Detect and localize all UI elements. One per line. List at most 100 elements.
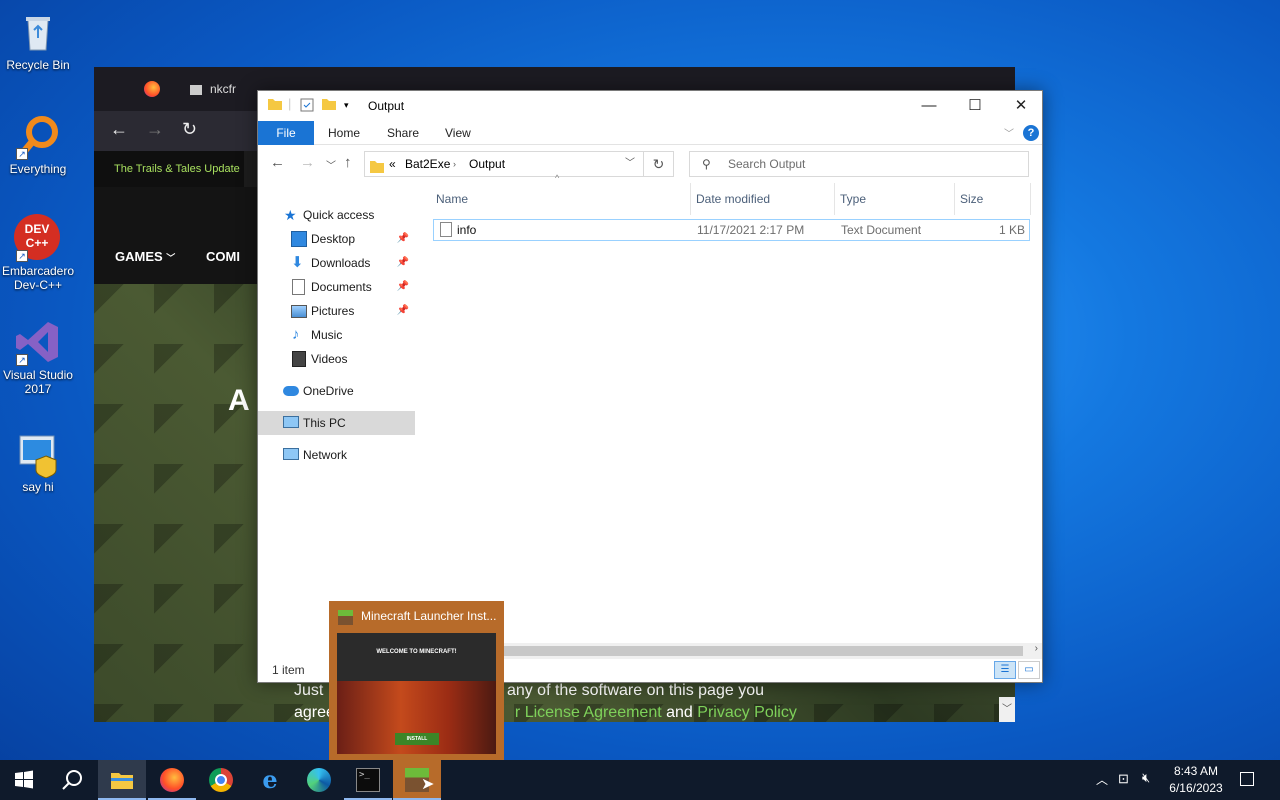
privacy-link[interactable]: Privacy Policy — [697, 704, 797, 721]
start-button[interactable] — [0, 760, 48, 800]
maximize-button[interactable]: ☐ — [952, 91, 998, 121]
pin-icon[interactable]: 📌 — [397, 299, 409, 323]
file-size: 1 KB — [998, 223, 1025, 237]
preview-heading: WELCOME TO MINECRAFT! — [376, 649, 457, 655]
column-name[interactable]: Name — [436, 183, 468, 215]
shortcut-arrow-icon: ↗ — [16, 148, 28, 160]
nav-quick-access[interactable]: ★ Quick access — [258, 203, 415, 227]
everything-search-icon: ↗ — [14, 112, 62, 160]
nav-item-desktop[interactable]: Desktop 📌 — [258, 227, 415, 251]
mouse-cursor-icon: ➤ — [421, 776, 435, 793]
file-date: 11/17/2021 2:17 PM — [697, 223, 805, 237]
help-icon[interactable]: ? — [1023, 125, 1039, 141]
back-icon[interactable]: ← — [110, 119, 128, 140]
pin-icon[interactable]: 📌 — [397, 275, 409, 299]
scrollbar-thumb[interactable] — [418, 646, 1023, 656]
nav-item-documents[interactable]: Documents 📌 — [258, 275, 415, 299]
search-input[interactable]: ⚲ Search Output — [689, 151, 1029, 177]
taskbar-preview[interactable]: Minecraft Launcher Inst... WELCOME TO MI… — [329, 601, 504, 760]
breadcrumb-bat2exe[interactable]: Bat2Exe — [405, 152, 450, 176]
windows-logo-icon — [15, 770, 33, 789]
tab-home[interactable]: Home — [328, 121, 360, 145]
large-icons-view-icon[interactable]: ▭ — [1018, 661, 1040, 679]
horizontal-scrollbar[interactable]: › — [418, 643, 1042, 659]
taskbar-firefox[interactable] — [148, 760, 196, 800]
taskbar-internet-explorer[interactable]: e — [246, 760, 294, 800]
new-folder-icon[interactable] — [322, 98, 336, 113]
search-placeholder: Search Output — [728, 157, 806, 171]
forward-icon[interactable]: → — [300, 154, 315, 171]
desktop-icon-say-hi[interactable]: say hi — [0, 430, 76, 494]
file-list: ^ Name Date modified Type Size info 11/1… — [430, 173, 1042, 653]
column-date-modified[interactable]: Date modified — [696, 183, 770, 215]
desktop-icon-everything[interactable]: ↗ Everything — [0, 112, 76, 176]
forward-icon[interactable]: → — [146, 119, 164, 140]
column-type[interactable]: Type — [840, 183, 866, 215]
firefox-icon — [160, 768, 184, 792]
customize-qat-icon[interactable]: ▾ — [344, 100, 349, 111]
ribbon-expand-icon[interactable]: ﹀ — [1004, 125, 1014, 140]
nav-item-videos[interactable]: Videos — [258, 347, 415, 371]
nav-item-downloads[interactable]: ⬇ Downloads 📌 — [258, 251, 415, 275]
window-title: Output — [368, 99, 405, 113]
reload-icon[interactable]: ↻ — [182, 119, 197, 140]
taskbar-chrome[interactable] — [197, 760, 245, 800]
ribbon-tabs: File Home Share View ﹀ ? — [258, 121, 1042, 145]
search-button[interactable] — [48, 760, 96, 800]
details-view-icon[interactable]: ☰ — [994, 661, 1016, 679]
address-bar[interactable]: « Bat2Exe › Output ﹀ — [364, 151, 644, 177]
close-button[interactable]: ✕ — [998, 91, 1044, 121]
nav-onedrive[interactable]: OneDrive — [258, 379, 415, 403]
minimize-button[interactable]: — — [906, 91, 952, 121]
breadcrumb-output[interactable]: Output — [469, 152, 505, 176]
recent-locations-icon[interactable]: ﹀ — [326, 157, 336, 172]
chevron-right-icon[interactable]: › — [453, 152, 456, 176]
breadcrumb-overflow[interactable]: « — [389, 152, 396, 176]
preview-thumbnail[interactable]: WELCOME TO MINECRAFT! INSTALL — [337, 633, 496, 754]
menu-games[interactable]: GAMES ﹀ — [115, 249, 175, 264]
file-row[interactable]: info 11/17/2021 2:17 PM Text Document 1 … — [433, 219, 1030, 241]
file-explorer-window[interactable]: | ▾ Output — ☐ ✕ File Home Share View ﹀ … — [257, 90, 1043, 683]
nav-item-music[interactable]: ♪ Music — [258, 323, 415, 347]
preview-title: Minecraft Launcher Inst... — [361, 609, 497, 623]
chevron-up-icon: ︿ — [1096, 773, 1109, 787]
tab-view[interactable]: View — [445, 121, 471, 145]
address-dropdown-icon[interactable]: ﹀ — [625, 152, 635, 176]
menu-community[interactable]: COMI — [206, 249, 240, 264]
nav-this-pc[interactable]: This PC — [258, 411, 415, 435]
desktop-icon-visual-studio[interactable]: ↗ Visual Studio 2017 — [0, 318, 76, 396]
properties-icon[interactable] — [300, 98, 314, 115]
refresh-button[interactable]: ↻ — [644, 151, 674, 177]
system-clock[interactable]: 8:43 AM 6/16/2023 — [1164, 763, 1228, 797]
network-icon — [283, 448, 299, 460]
nav-item-pictures[interactable]: Pictures 📌 — [258, 299, 415, 323]
desktop-icon-devcpp[interactable]: DEV C++ ↗ Embarcadero Dev-C++ — [0, 214, 76, 292]
devcpp-icon: DEV C++ ↗ — [14, 214, 62, 262]
tab-share[interactable]: Share — [387, 121, 419, 145]
taskbar-file-explorer[interactable] — [98, 760, 146, 800]
sort-ascending-icon: ^ — [555, 173, 560, 183]
column-size[interactable]: Size — [960, 183, 983, 215]
text-document-icon — [440, 222, 452, 237]
shortcut-arrow-icon: ↗ — [16, 354, 28, 366]
taskbar-edge[interactable] — [295, 760, 343, 800]
download-arrow-icon: ⬇ — [291, 254, 304, 271]
title-bar[interactable]: | ▾ Output — ☐ ✕ — [258, 91, 1042, 121]
pin-icon[interactable]: 📌 — [397, 227, 409, 251]
update-banner[interactable]: The Trails & Tales Update — [94, 151, 244, 187]
tab-file[interactable]: File — [258, 121, 314, 145]
firefox-tab-icon — [144, 81, 160, 97]
action-center[interactable] — [1240, 760, 1256, 800]
scroll-down-arrow-icon[interactable]: ﹀ — [999, 697, 1015, 722]
browser-tab[interactable]: nkcfr — [190, 77, 236, 101]
pin-icon[interactable]: 📌 — [397, 251, 409, 275]
nav-network[interactable]: Network — [258, 443, 415, 467]
edge-icon — [307, 768, 331, 792]
taskbar-minecraft-launcher[interactable]: ➤ — [393, 760, 441, 800]
scroll-right-icon[interactable]: › — [1035, 643, 1038, 654]
up-icon[interactable]: ↑ — [344, 154, 352, 171]
license-link[interactable]: r License Agreement — [515, 704, 662, 721]
desktop-icon-recycle-bin[interactable]: Recycle Bin — [0, 8, 76, 72]
back-icon[interactable]: ← — [270, 154, 285, 171]
taskbar-terminal[interactable]: >_ — [344, 760, 392, 800]
